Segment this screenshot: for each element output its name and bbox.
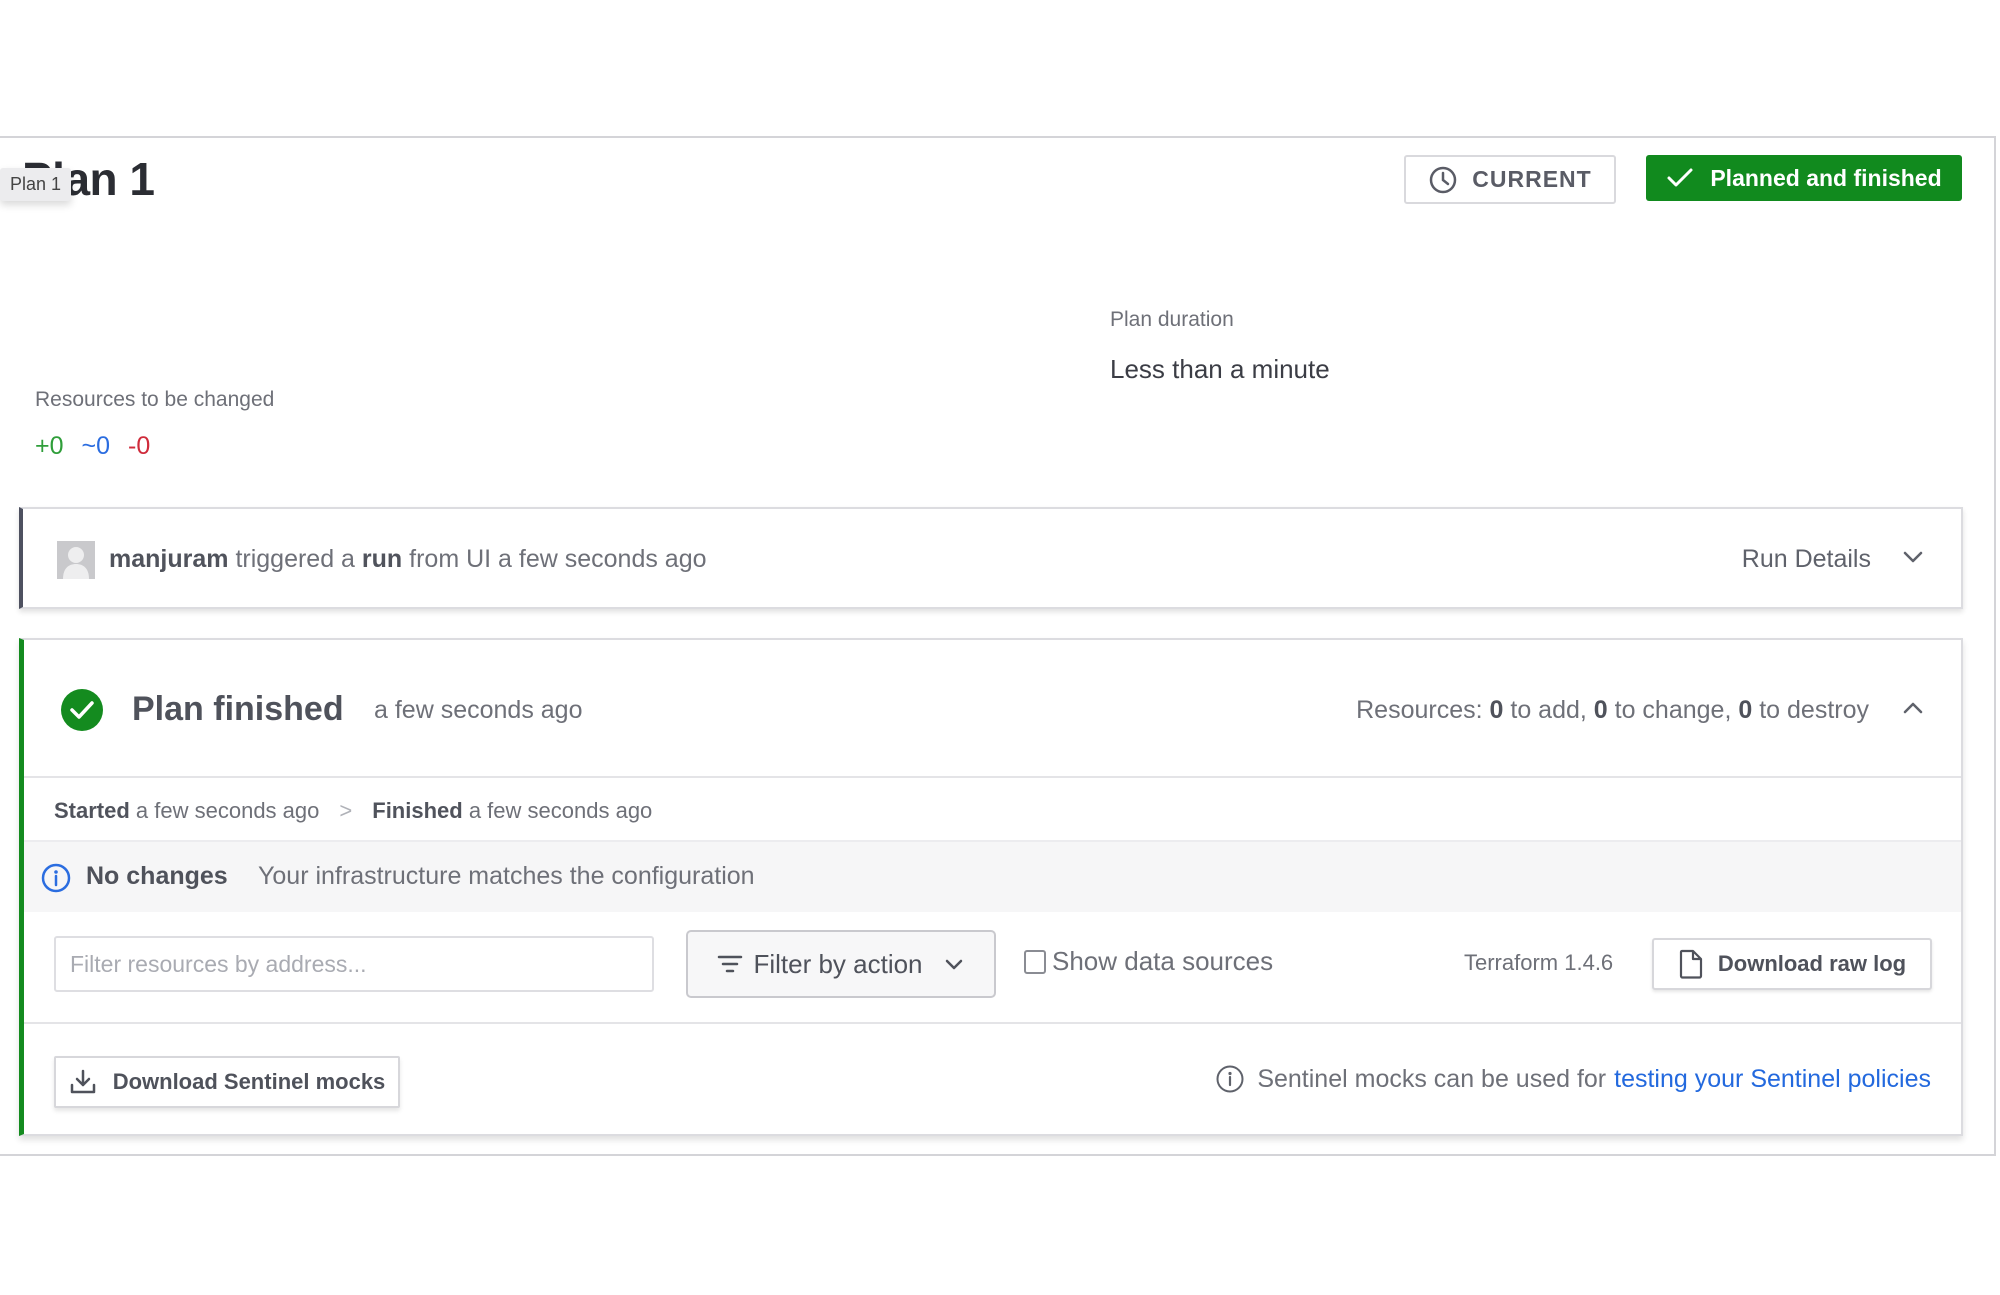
finished-label: Finished bbox=[372, 798, 463, 823]
download-sentinel-mocks-label: Download Sentinel mocks bbox=[112, 1069, 386, 1094]
status-badge-label: Planned and finished bbox=[1710, 164, 1942, 191]
sentinel-note: Sentinel mocks can be used for testing y… bbox=[1215, 1064, 1931, 1094]
resources-to-change-label: Resources to be changed bbox=[35, 388, 275, 411]
filter-by-action-dropdown[interactable]: Filter by action bbox=[686, 930, 996, 998]
resource-counts: +0 ~0 -0 bbox=[35, 432, 150, 461]
timeline-separator: > bbox=[339, 798, 353, 823]
plan-duration-value: Less than a minute bbox=[1110, 354, 1330, 384]
finished-info: Finished a few seconds ago bbox=[372, 798, 652, 824]
title-tooltip: Plan 1 bbox=[0, 168, 72, 201]
chevron-down-icon bbox=[945, 959, 962, 970]
started-info: Started a few seconds ago bbox=[54, 798, 319, 824]
terraform-version: Terraform 1.4.6 bbox=[1464, 950, 1614, 975]
plan-status-title: Plan finished bbox=[132, 690, 344, 728]
no-changes-title: No changes bbox=[86, 862, 228, 890]
show-data-sources-toggle[interactable]: Show data sources bbox=[1024, 946, 1273, 977]
plan-card: Plan finished a few seconds ago Resource… bbox=[19, 638, 1963, 1136]
summary-destroy-count: 0 bbox=[1738, 696, 1753, 724]
run-card: manjuram triggered a run from UI a few s… bbox=[19, 507, 1963, 609]
finished-time: a few seconds ago bbox=[468, 798, 653, 823]
show-data-sources-label: Show data sources bbox=[1052, 946, 1274, 976]
plan-resource-summary: Resources: 0 to add, 0 to change, 0 to d… bbox=[1356, 696, 1869, 725]
status-badge: Planned and finished bbox=[1646, 155, 1962, 201]
plan-status-time: a few seconds ago bbox=[374, 696, 583, 724]
no-changes-text: Your infrastructure matches the configur… bbox=[258, 862, 755, 890]
chevron-down-icon[interactable] bbox=[1901, 545, 1925, 569]
run-trigger-text: manjuram triggered a run from UI a few s… bbox=[109, 545, 707, 574]
info-icon bbox=[1216, 1065, 1244, 1093]
summary-change-count: 0 bbox=[1593, 696, 1608, 724]
info-icon bbox=[41, 863, 71, 893]
run-text-part: triggered a bbox=[235, 545, 355, 573]
avatar bbox=[57, 541, 95, 579]
chevron-up-icon[interactable] bbox=[1901, 696, 1925, 720]
plan-duration-label: Plan duration bbox=[1110, 308, 1234, 331]
summary-prefix: Resources: bbox=[1356, 696, 1483, 724]
download-sentinel-mocks-button[interactable]: Download Sentinel mocks bbox=[54, 1056, 400, 1108]
user-icon bbox=[57, 541, 95, 579]
sentinel-policies-link[interactable]: testing your Sentinel policies bbox=[1614, 1065, 1931, 1094]
download-raw-log-button[interactable]: Download raw log bbox=[1652, 938, 1932, 990]
current-badge: CURRENT bbox=[1404, 155, 1616, 204]
plan-timeline: Started a few seconds ago > Finished a f… bbox=[24, 778, 1961, 842]
started-time: a few seconds ago bbox=[135, 798, 320, 823]
plan-header: Plan finished a few seconds ago Resource… bbox=[24, 640, 1961, 778]
summary-add-text: to add, bbox=[1510, 696, 1587, 724]
destroy-count: -0 bbox=[128, 432, 151, 460]
no-changes-notice: No changes Your infrastructure matches t… bbox=[24, 842, 1961, 912]
check-icon bbox=[1667, 168, 1693, 187]
change-count: ~0 bbox=[81, 432, 111, 460]
run-user[interactable]: manjuram bbox=[109, 545, 228, 573]
summary-destroy-text: to destroy bbox=[1759, 696, 1869, 724]
download-raw-log-label: Download raw log bbox=[1717, 951, 1907, 976]
file-icon bbox=[1679, 949, 1702, 979]
sentinel-note-text: Sentinel mocks can be used for bbox=[1257, 1064, 1607, 1093]
run-details-toggle[interactable]: Run Details bbox=[1742, 545, 1871, 574]
clock-icon bbox=[1430, 166, 1457, 193]
started-label: Started bbox=[54, 798, 130, 823]
run-link[interactable]: run bbox=[362, 545, 402, 573]
success-check-icon bbox=[61, 689, 103, 731]
summary-change-text: to change, bbox=[1614, 696, 1732, 724]
show-data-sources-checkbox[interactable] bbox=[1024, 949, 1046, 974]
run-text-part: from UI a few seconds ago bbox=[409, 545, 707, 573]
filter-resources-input[interactable] bbox=[54, 936, 654, 992]
add-count: +0 bbox=[35, 432, 64, 460]
filter-icon bbox=[718, 955, 743, 973]
summary-add-count: 0 bbox=[1489, 696, 1504, 724]
download-icon bbox=[70, 1069, 95, 1094]
current-badge-label: CURRENT bbox=[1472, 166, 1592, 192]
resource-toolbar: Filter by action Show data sources Terra… bbox=[24, 912, 1961, 1024]
filter-by-action-label: Filter by action bbox=[753, 948, 923, 979]
